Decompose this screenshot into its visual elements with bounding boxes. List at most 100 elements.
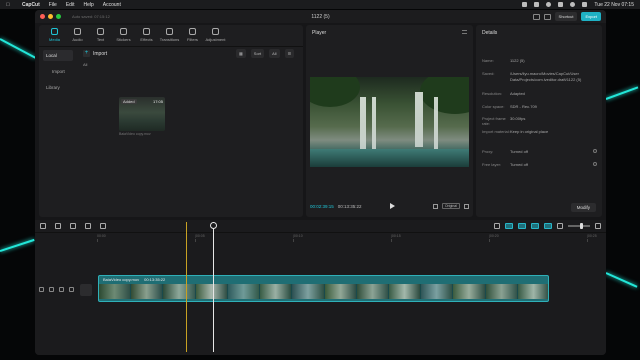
track-more-icon[interactable]	[69, 287, 74, 292]
fullscreen-icon[interactable]	[464, 203, 469, 209]
clip-duration: 00:13:35:22	[144, 277, 166, 282]
menu-capcut[interactable]: CapCut	[22, 2, 40, 8]
sidebar-item-import[interactable]: Import	[43, 66, 73, 77]
sort-button[interactable]: Sort	[250, 49, 265, 58]
info-icon[interactable]	[593, 162, 597, 166]
tab-stickers[interactable]: Stickers	[112, 25, 135, 46]
player-title: Player	[312, 30, 327, 36]
time-ruler[interactable]: 00:00 |00:05 |00:10 |00:15 |00:20 |00:25	[97, 233, 602, 243]
sidebar-item-library[interactable]: Library	[43, 82, 73, 93]
zoom-slider-knob[interactable]	[580, 223, 583, 229]
cover-button[interactable]	[80, 284, 92, 296]
wifi-icon[interactable]	[546, 2, 552, 7]
track-lock-icon[interactable]	[39, 287, 44, 292]
audio-icon	[74, 28, 81, 35]
detail-row: Import material: Keep in original place	[482, 129, 600, 135]
ruler-tick: |00:20	[489, 234, 499, 242]
zoom-in-icon[interactable]	[595, 223, 601, 229]
zoom-slider[interactable]	[568, 223, 590, 229]
autosave-status: Auto saved: 07:15:12	[72, 14, 110, 19]
split-icon[interactable]	[85, 223, 91, 229]
zoom-window-button[interactable]	[56, 14, 61, 19]
menu-edit[interactable]: Edit	[66, 2, 75, 8]
shortcut-button[interactable]: Shortcut	[554, 12, 578, 21]
search-icon[interactable]	[570, 2, 576, 7]
playhead-handle[interactable]	[210, 222, 217, 229]
filter-all-button[interactable]: All	[269, 49, 280, 58]
layout-icon[interactable]	[532, 13, 540, 20]
filter-icon[interactable]: ☰	[284, 49, 295, 58]
tab-label: Media	[49, 37, 60, 42]
media-tabs: Media Audio Text Stickers Effects Transi…	[39, 25, 303, 47]
preview-axis-icon[interactable]	[531, 223, 539, 229]
display-icon[interactable]	[534, 2, 540, 7]
detail-value: /Users/liyu.macro/Movies/CapCut/User Dat…	[510, 71, 582, 82]
window-icon[interactable]	[543, 13, 551, 20]
track-audio-icon[interactable]	[59, 287, 64, 292]
tab-text[interactable]: Text	[89, 25, 112, 46]
video-clip[interactable]: BaiaVideo copy.mov 00:13:35:22	[98, 275, 549, 302]
tab-media[interactable]: Media	[43, 25, 66, 46]
tab-filters[interactable]: Filters	[181, 25, 204, 46]
clip-label: BaiaVideo copy.mov 00:13:35:22	[103, 277, 165, 282]
zoom-out-icon[interactable]	[557, 223, 563, 229]
tab-label: Effects	[140, 37, 153, 42]
close-window-button[interactable]	[40, 14, 45, 19]
tab-audio[interactable]: Audio	[66, 25, 89, 46]
magnet-icon[interactable]	[505, 223, 513, 229]
control-center-icon[interactable]	[582, 2, 588, 7]
plus-icon: +	[83, 50, 90, 57]
video-preview[interactable]	[310, 77, 469, 167]
tab-label: Filters	[187, 37, 198, 42]
apple-icon[interactable]: 	[6, 2, 12, 8]
tab-effects[interactable]: Effects	[135, 25, 158, 46]
detail-value: SDR - Rec.709	[510, 104, 537, 109]
ruler-tick: |00:10	[293, 234, 303, 242]
adjustment-icon	[212, 28, 219, 35]
undo-icon[interactable]	[55, 223, 61, 229]
tab-transitions[interactable]: Transitions	[158, 25, 181, 46]
media-thumbnail[interactable]: Added 17:05	[119, 97, 165, 131]
detail-value: Turned off	[510, 162, 529, 167]
sticker-icon	[120, 28, 127, 35]
thumb-duration: 17:05	[152, 99, 163, 104]
import-button[interactable]: + Import	[83, 50, 107, 57]
modify-button[interactable]: Modify	[570, 203, 596, 212]
minimize-window-button[interactable]	[48, 14, 53, 19]
export-button[interactable]: Export	[581, 12, 601, 21]
info-icon[interactable]	[593, 149, 597, 153]
current-timecode: 00:02:39:15	[310, 203, 334, 209]
menu-file[interactable]: File	[49, 2, 57, 8]
battery-icon[interactable]	[558, 2, 564, 7]
playhead[interactable]	[213, 222, 214, 352]
menu-bar:  CapCut File Edit Help Account Tue 22 N…	[0, 0, 640, 9]
ruler-tick: |00:05	[195, 234, 205, 242]
detail-value: 1122 (5)	[510, 58, 525, 63]
menu-icon[interactable]	[462, 30, 467, 34]
sidebar-item-local[interactable]: Local	[43, 50, 73, 61]
detail-row: Project frame rate: 30.00fps	[482, 116, 600, 126]
view-grid-icon[interactable]: ▦	[236, 49, 246, 58]
redo-icon[interactable]	[70, 223, 76, 229]
record-icon[interactable]	[522, 2, 528, 7]
snap-icon[interactable]	[544, 223, 552, 229]
ratio-original-button[interactable]: Original	[441, 203, 460, 209]
track-hide-icon[interactable]	[49, 287, 54, 292]
menubar-clock[interactable]: Tue 22 Nov 07:15	[594, 2, 634, 8]
delete-icon[interactable]	[100, 223, 106, 229]
media-panel: Media Audio Text Stickers Effects Transi…	[39, 25, 303, 217]
play-icon[interactable]	[390, 203, 395, 209]
clip-frames	[99, 284, 548, 299]
link-icon[interactable]	[518, 223, 526, 229]
detail-value: Keep in original place	[510, 129, 549, 134]
microphone-icon[interactable]	[494, 223, 500, 229]
detail-row: Name: 1122 (5)	[482, 58, 600, 64]
media-sidebar: Local Import Library	[43, 50, 73, 98]
ruler-tick: |00:25	[587, 234, 597, 242]
menu-help[interactable]: Help	[83, 2, 93, 8]
select-tool-icon[interactable]	[40, 223, 46, 229]
menu-account[interactable]: Account	[103, 2, 121, 8]
tab-adjustment[interactable]: Adjustment	[204, 25, 227, 46]
crop-icon[interactable]	[432, 203, 438, 209]
detail-key: Resolution:	[482, 91, 503, 96]
